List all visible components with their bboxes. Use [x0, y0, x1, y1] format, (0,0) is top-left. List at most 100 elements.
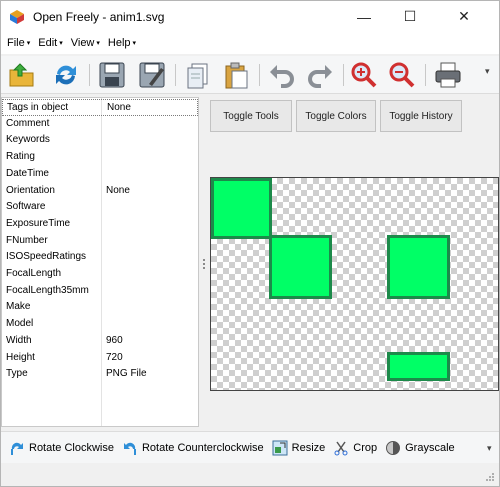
zoom-in-icon[interactable] — [349, 60, 379, 90]
toolbar-overflow-button[interactable]: ▾ — [485, 66, 490, 77]
paste-icon[interactable] — [221, 60, 251, 90]
menu-view-label: View — [70, 37, 95, 49]
crop-icon — [333, 440, 349, 456]
zoom-out-icon[interactable] — [387, 60, 417, 90]
menu-edit-label: Edit — [38, 37, 58, 49]
property-key: Keywords — [6, 134, 50, 146]
refresh-icon[interactable] — [51, 60, 81, 90]
panel-splitter[interactable] — [200, 97, 208, 427]
properties-panel[interactable]: Tags in object None Comment Keywords Rating D… — [1, 97, 199, 427]
property-row[interactable]: DateTime — [2, 166, 198, 183]
open-folder-icon[interactable] — [7, 60, 37, 90]
property-key: Software — [6, 201, 46, 213]
toggle-colors-button[interactable]: Toggle Colors — [296, 100, 376, 132]
property-row[interactable]: FNumber — [2, 233, 198, 250]
resize-label: Resize — [291, 441, 326, 454]
save-as-icon[interactable] — [137, 60, 167, 90]
property-key: FocalLength35mm — [6, 284, 89, 296]
rotate-counterclockwise-button[interactable]: Rotate Counterclockwise — [122, 440, 264, 456]
close-button[interactable]: ✕ — [441, 1, 487, 32]
image-tools-bar: Rotate Clockwise Rotate Counterclockwise… — [1, 431, 499, 463]
rotate-clockwise-button[interactable]: Rotate Clockwise — [9, 440, 114, 456]
app-window: Open Freely - anim1.svg — ☐ ✕ File ▾ Edit… — [0, 0, 500, 487]
window-title: Open Freely - anim1.svg — [33, 9, 165, 24]
property-row[interactable]: Comment — [2, 116, 198, 133]
property-key: FocalLength — [6, 268, 62, 279]
copy-icon[interactable] — [183, 60, 213, 90]
property-row[interactable]: Model — [2, 316, 198, 333]
property-value: None — [107, 102, 131, 113]
crop-button[interactable]: Crop — [333, 440, 377, 456]
property-row[interactable]: ISOSpeedRatings — [2, 249, 198, 266]
property-row[interactable]: Rating — [2, 149, 198, 166]
toggle-history-button[interactable]: Toggle History — [380, 100, 462, 132]
undo-icon[interactable] — [267, 60, 297, 90]
resize-button[interactable]: Resize — [272, 440, 326, 456]
property-key: Height — [6, 351, 35, 363]
minimize-button[interactable]: — — [341, 1, 387, 32]
green-rectangle — [387, 352, 450, 381]
menu-file[interactable]: File ▾ — [7, 37, 30, 49]
property-key: Rating — [6, 151, 35, 163]
toolbar-separator — [425, 64, 426, 86]
grayscale-label: Grayscale — [405, 441, 455, 454]
property-key: Tags in object — [7, 102, 69, 113]
property-value: 960 — [106, 334, 123, 346]
menu-bar: File ▾ Edit ▾ View ▾ Help ▾ — [1, 32, 499, 54]
rotate-clockwise-label: Rotate Clockwise — [29, 441, 114, 454]
rotate-counterclockwise-icon — [122, 440, 138, 456]
property-key: Make — [6, 301, 31, 313]
app-logo-icon — [9, 9, 25, 25]
property-row[interactable]: Keywords — [2, 132, 198, 149]
menu-help-label: Help — [107, 37, 131, 49]
chevron-down-icon: ▾ — [132, 40, 137, 47]
menu-view[interactable]: View ▾ — [71, 37, 100, 49]
property-row[interactable]: Orientation None — [2, 183, 198, 200]
property-row[interactable]: Make — [2, 299, 198, 316]
property-row[interactable]: Height 720 — [2, 350, 198, 367]
property-value: PNG File — [106, 368, 147, 380]
property-row[interactable]: ExposureTime — [2, 216, 198, 233]
toolbar-separator — [89, 64, 90, 86]
rotate-counterclockwise-label: Rotate Counterclockwise — [141, 441, 264, 454]
green-square — [269, 235, 332, 299]
property-row[interactable]: Type PNG File — [2, 366, 198, 383]
property-key: DateTime — [6, 167, 49, 179]
grayscale-button[interactable]: Grayscale — [385, 440, 455, 456]
splitter-grip-dot — [203, 267, 205, 269]
property-row[interactable]: FocalLength — [2, 266, 198, 283]
resize-grip-icon[interactable] — [485, 472, 495, 482]
splitter-grip-dot — [203, 259, 205, 261]
property-key: Comment — [6, 117, 50, 129]
toolbar-separator — [343, 64, 344, 86]
image-view-area: Toggle Tools Toggle Colors Toggle Histor… — [208, 97, 499, 427]
property-key: Width — [6, 334, 32, 346]
chevron-down-icon: ▾ — [26, 40, 31, 47]
toolbar-separator — [175, 64, 176, 86]
bottom-overflow-button[interactable]: ▾ — [487, 443, 492, 454]
property-row[interactable]: Width 960 — [2, 333, 198, 350]
property-value: 720 — [106, 351, 123, 363]
crop-label: Crop — [353, 441, 378, 454]
property-row[interactable]: FocalLength35mm — [2, 283, 198, 300]
chevron-down-icon: ▾ — [96, 40, 100, 47]
property-row[interactable]: Software — [2, 199, 198, 216]
property-key: ISOSpeedRatings — [6, 251, 87, 263]
splitter-grip-dot — [203, 263, 205, 265]
redo-icon[interactable] — [305, 60, 335, 90]
image-canvas[interactable] — [210, 177, 499, 391]
menu-help[interactable]: Help ▾ — [108, 37, 136, 49]
maximize-button[interactable]: ☐ — [387, 1, 433, 32]
chevron-down-icon: ▾ — [59, 40, 63, 47]
main-toolbar: ▾ — [1, 56, 499, 94]
menu-edit[interactable]: Edit ▾ — [38, 37, 62, 49]
menu-file-label: File — [7, 37, 25, 49]
rotate-clockwise-icon — [9, 440, 25, 456]
toggle-tools-button[interactable]: Toggle Tools — [210, 100, 292, 132]
grayscale-icon — [385, 440, 401, 456]
property-row[interactable]: Tags in object None — [2, 99, 198, 116]
green-square — [387, 235, 450, 299]
property-key: Type — [6, 368, 28, 380]
print-icon[interactable] — [433, 60, 463, 90]
save-icon[interactable] — [97, 60, 127, 90]
